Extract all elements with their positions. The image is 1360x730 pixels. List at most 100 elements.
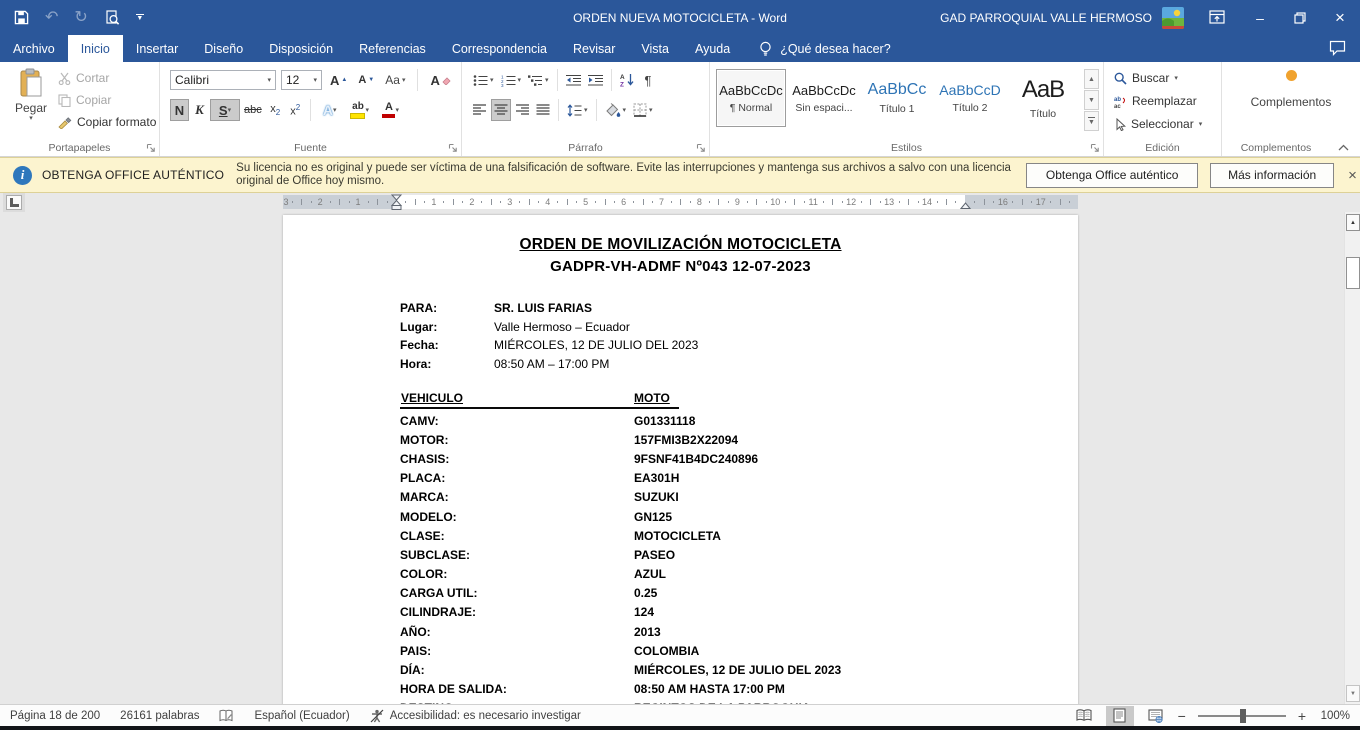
tab-archivo[interactable]: Archivo — [0, 35, 68, 62]
vertical-scrollbar[interactable]: ▲ ▼ — [1344, 212, 1360, 704]
show-paragraph-marks-button[interactable]: ¶ — [639, 69, 658, 91]
restore-button[interactable] — [1280, 0, 1320, 35]
line-spacing-button[interactable]: ▾ — [564, 99, 591, 121]
tab-inicio[interactable]: Inicio — [68, 35, 123, 62]
right-indent-marker[interactable] — [960, 201, 971, 210]
align-right-button[interactable] — [512, 99, 532, 121]
undo-icon[interactable]: ↶ — [45, 10, 58, 26]
underline-button[interactable]: S▾ — [210, 99, 240, 121]
font-color-button[interactable]: A ▾ — [376, 99, 406, 121]
style-titulo-2[interactable]: AaBbCcD Título 2 — [935, 69, 1005, 127]
page-indicator[interactable]: Página 18 de 200 — [10, 710, 100, 722]
document-page[interactable]: ORDEN DE MOVILIZACIÓN MOTOCICLETA GADPR-… — [283, 215, 1078, 704]
align-center-button[interactable] — [491, 99, 511, 121]
tab-insertar[interactable]: Insertar — [123, 35, 191, 62]
decrease-indent-button[interactable] — [563, 69, 584, 91]
scroll-down-icon[interactable]: ▼ — [1346, 685, 1360, 702]
highlight-button[interactable]: ab ▾ — [345, 99, 375, 121]
zoom-level[interactable]: 100% — [1314, 710, 1350, 722]
notice-close-icon[interactable]: × — [1348, 167, 1357, 184]
clear-formatting-button[interactable]: A — [427, 69, 453, 91]
customize-qat-icon[interactable]: ▼ — [136, 14, 144, 21]
borders-button[interactable]: ▾ — [630, 99, 656, 121]
justify-button[interactable] — [533, 99, 553, 121]
tell-me-box[interactable]: ¿Qué desea hacer? — [759, 35, 891, 62]
tab-vista[interactable]: Vista — [628, 35, 682, 62]
font-family-combo[interactable]: Calibri ▾ — [170, 70, 276, 90]
zoom-slider-thumb[interactable] — [1240, 709, 1246, 723]
accessibility-status[interactable]: Accesibilidad: es necesario investigar — [370, 709, 581, 723]
strikethrough-button[interactable]: abc — [241, 99, 265, 121]
zoom-slider[interactable] — [1198, 715, 1286, 717]
language-indicator[interactable]: Español (Ecuador) — [254, 710, 349, 722]
proofing-status[interactable] — [219, 709, 234, 723]
tab-stop-selector[interactable] — [3, 193, 25, 212]
read-mode-button[interactable] — [1070, 706, 1098, 726]
font-size-combo[interactable]: 12 ▾ — [281, 70, 322, 90]
paste-button[interactable]: Pegar ▾ — [8, 68, 54, 138]
shading-button[interactable]: ▾ — [602, 99, 630, 121]
cut-button[interactable]: Cortar — [58, 69, 156, 87]
vehicle-value: 2013 — [634, 625, 661, 639]
style-titulo-1[interactable]: AaBbCc Título 1 — [862, 69, 932, 127]
account-name[interactable]: GAD PARROQUIAL VALLE HERMOSO — [940, 11, 1152, 25]
save-icon[interactable] — [14, 10, 29, 25]
styles-scroll-up-icon[interactable]: ▲ — [1084, 69, 1099, 89]
tab-revisar[interactable]: Revisar — [560, 35, 628, 62]
account-avatar[interactable] — [1162, 7, 1184, 29]
scroll-up-icon[interactable]: ▲ — [1346, 214, 1360, 231]
feedback-icon[interactable] — [1329, 40, 1346, 56]
style-normal[interactable]: AaBbCcDc ¶ Normal — [716, 69, 786, 127]
styles-more-icon[interactable]: ▼ — [1084, 111, 1099, 131]
replace-button[interactable]: abac Reemplazar — [1114, 93, 1202, 109]
zoom-in-icon[interactable]: + — [1298, 709, 1306, 723]
bold-button[interactable]: N — [170, 99, 189, 121]
tab-diseno[interactable]: Diseño — [191, 35, 256, 62]
grow-font-button[interactable]: A▲ — [327, 69, 350, 91]
horizontal-ruler[interactable]: 32112345678910111213141617 — [283, 195, 1078, 209]
subscript-button[interactable]: x2 — [266, 99, 285, 121]
ruler-tick — [794, 199, 795, 205]
select-button[interactable]: Seleccionar ▾ — [1114, 116, 1202, 132]
ruler-number: 2 — [467, 197, 477, 207]
italic-button[interactable]: K — [190, 99, 209, 121]
copy-button[interactable]: Copiar — [58, 91, 156, 109]
multilevel-list-button[interactable]: ▾ — [525, 69, 552, 91]
search-icon — [1114, 72, 1127, 85]
styles-scroll-down-icon[interactable]: ▼ — [1084, 90, 1099, 110]
superscript-button[interactable]: x2 — [286, 99, 305, 121]
numbering-button[interactable]: 123 ▾ — [498, 69, 525, 91]
tab-ayuda[interactable]: Ayuda — [682, 35, 743, 62]
redo-icon[interactable]: ↻ — [74, 10, 87, 26]
print-preview-icon[interactable] — [104, 10, 120, 26]
scrollbar-thumb[interactable] — [1346, 257, 1360, 289]
format-painter-button[interactable]: Copiar formato — [58, 113, 156, 131]
change-case-button[interactable]: Aa▾ — [382, 69, 408, 91]
shrink-font-button[interactable]: A▼ — [355, 69, 377, 91]
zoom-out-icon[interactable]: − — [1178, 709, 1186, 723]
indent-markers[interactable] — [391, 194, 402, 211]
increase-indent-button[interactable] — [585, 69, 606, 91]
web-layout-button[interactable] — [1142, 706, 1170, 726]
tab-referencias[interactable]: Referencias — [346, 35, 439, 62]
text-effects-button[interactable]: A▾ — [316, 99, 344, 121]
tab-correspondencia[interactable]: Correspondencia — [439, 35, 560, 62]
word-count[interactable]: 26161 palabras — [120, 710, 199, 722]
sort-button[interactable]: AZ — [617, 69, 638, 91]
collapse-ribbon-icon[interactable] — [1337, 143, 1350, 152]
style-sin-espaciado[interactable]: AaBbCcDc Sin espaci... — [789, 69, 859, 127]
more-info-button[interactable]: Más información — [1210, 163, 1334, 188]
style-titulo[interactable]: AaB Título — [1008, 69, 1078, 127]
print-layout-button[interactable] — [1106, 706, 1134, 726]
ribbon-display-options-icon[interactable] — [1200, 0, 1234, 35]
align-left-button[interactable] — [470, 99, 490, 121]
find-button[interactable]: Buscar ▾ — [1114, 70, 1202, 86]
paste-dropdown-icon[interactable]: ▾ — [29, 115, 33, 122]
complementos-button[interactable]: Complementos — [1222, 70, 1360, 109]
bullets-button[interactable]: ▾ — [470, 69, 497, 91]
tab-disposicion[interactable]: Disposición — [256, 35, 346, 62]
minimize-button[interactable]: – — [1240, 0, 1280, 35]
close-button[interactable]: × — [1320, 0, 1360, 35]
get-genuine-office-button[interactable]: Obtenga Office auténtico — [1026, 163, 1198, 188]
style-preview: AaBbCc — [868, 81, 927, 99]
